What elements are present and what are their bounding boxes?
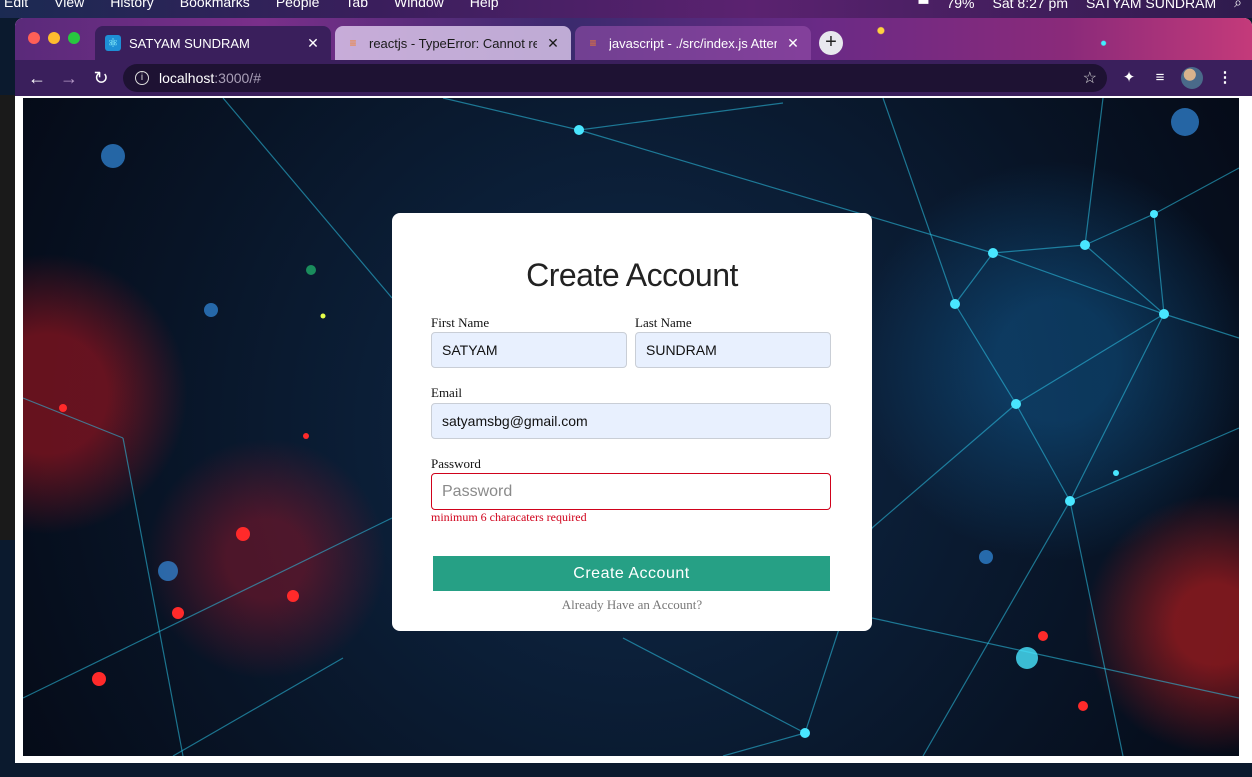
browser-toolbar: ← → ↻ i localhost:3000/# ☆ ✦ ≡ ⋮: [15, 60, 1252, 96]
last-name-label: Last Name: [635, 315, 692, 330]
menu-people[interactable]: People: [276, 0, 320, 10]
clock[interactable]: Sat 8:27 pm: [993, 0, 1069, 11]
menu-bookmarks[interactable]: Bookmarks: [180, 0, 250, 10]
user-name[interactable]: SATYAM SUNDRAM: [1086, 0, 1216, 11]
new-tab-button[interactable]: +: [819, 31, 843, 55]
extensions-puzzle-icon[interactable]: ✦: [1117, 66, 1141, 90]
tab-title: reactjs - TypeError: Cannot rea: [369, 35, 537, 51]
fullscreen-window-button[interactable]: [68, 32, 80, 44]
react-icon: ⚛: [105, 35, 121, 51]
email-label: Email: [431, 385, 463, 400]
menu-edit[interactable]: Edit: [4, 0, 28, 10]
tab-reactjs-question[interactable]: ≡ reactjs - TypeError: Cannot rea ✕: [335, 26, 571, 60]
close-tab-icon[interactable]: ✕: [545, 35, 561, 52]
first-name-label: First Name: [431, 315, 490, 330]
browser-window: ⚛ SATYAM SUNDRAM ✕ ≡ reactjs - TypeError…: [15, 18, 1252, 763]
close-window-button[interactable]: [28, 32, 40, 44]
profile-avatar[interactable]: [1181, 67, 1203, 89]
tab-active[interactable]: ⚛ SATYAM SUNDRAM ✕: [95, 26, 331, 60]
page-title: Create Account: [526, 257, 738, 293]
tab-strip: ⚛ SATYAM SUNDRAM ✕ ≡ reactjs - TypeError…: [15, 18, 1252, 60]
url-host: localhost: [159, 70, 215, 86]
media-queue-icon[interactable]: ≡: [1148, 66, 1172, 90]
menu-tab[interactable]: Tab: [345, 0, 368, 10]
background-terminal-sliver: [0, 95, 15, 540]
minimize-window-button[interactable]: [48, 32, 60, 44]
os-menu-items: Edit View History Bookmarks People Tab W…: [4, 0, 525, 10]
close-tab-icon[interactable]: ✕: [785, 35, 801, 52]
display-icon[interactable]: ▀: [919, 0, 929, 11]
back-arrow-icon[interactable]: ←: [25, 66, 49, 90]
forward-arrow-icon[interactable]: →: [57, 66, 81, 90]
tab-title: SATYAM SUNDRAM: [129, 35, 250, 51]
last-name-field[interactable]: [635, 332, 831, 368]
email-field[interactable]: [431, 403, 831, 439]
close-tab-icon[interactable]: ✕: [305, 35, 321, 52]
url-path: :3000/#: [214, 70, 261, 86]
first-name-field[interactable]: [431, 332, 627, 368]
password-label: Password: [431, 456, 481, 471]
already-have-account-link[interactable]: Already Have an Account?: [392, 597, 872, 613]
menu-window[interactable]: Window: [394, 0, 444, 10]
tab-javascript-question[interactable]: ≡ javascript - ./src/index.js Attem ✕: [575, 26, 811, 60]
stackoverflow-icon: ≡: [349, 36, 357, 50]
more-menu-icon[interactable]: ⋮: [1213, 66, 1237, 90]
reload-icon[interactable]: ↻: [89, 66, 113, 90]
password-field[interactable]: [431, 473, 831, 510]
menu-view[interactable]: View: [54, 0, 84, 10]
spotlight-icon[interactable]: ⌕: [1234, 0, 1242, 11]
info-icon[interactable]: i: [135, 71, 149, 85]
stackoverflow-icon: ≡: [589, 36, 597, 50]
battery-percent[interactable]: 79%: [946, 0, 974, 11]
bookmark-star-icon[interactable]: ☆: [1083, 68, 1097, 88]
address-bar[interactable]: i localhost:3000/# ☆: [123, 64, 1107, 92]
menu-help[interactable]: Help: [470, 0, 499, 10]
os-menubar: Edit View History Bookmarks People Tab W…: [0, 0, 1252, 18]
create-account-card: Create Account First Name Last Name Emai…: [392, 213, 872, 631]
tab-title: javascript - ./src/index.js Attem: [609, 35, 777, 51]
menubar-status: ▀ 79% Sat 8:27 pm SATYAM SUNDRAM ⌕: [919, 0, 1242, 11]
menu-history[interactable]: History: [110, 0, 154, 10]
page-viewport: Create Account First Name Last Name Emai…: [23, 98, 1239, 756]
create-account-button[interactable]: Create Account: [433, 556, 830, 591]
password-error-message: minimum 6 characaters required: [431, 510, 587, 524]
